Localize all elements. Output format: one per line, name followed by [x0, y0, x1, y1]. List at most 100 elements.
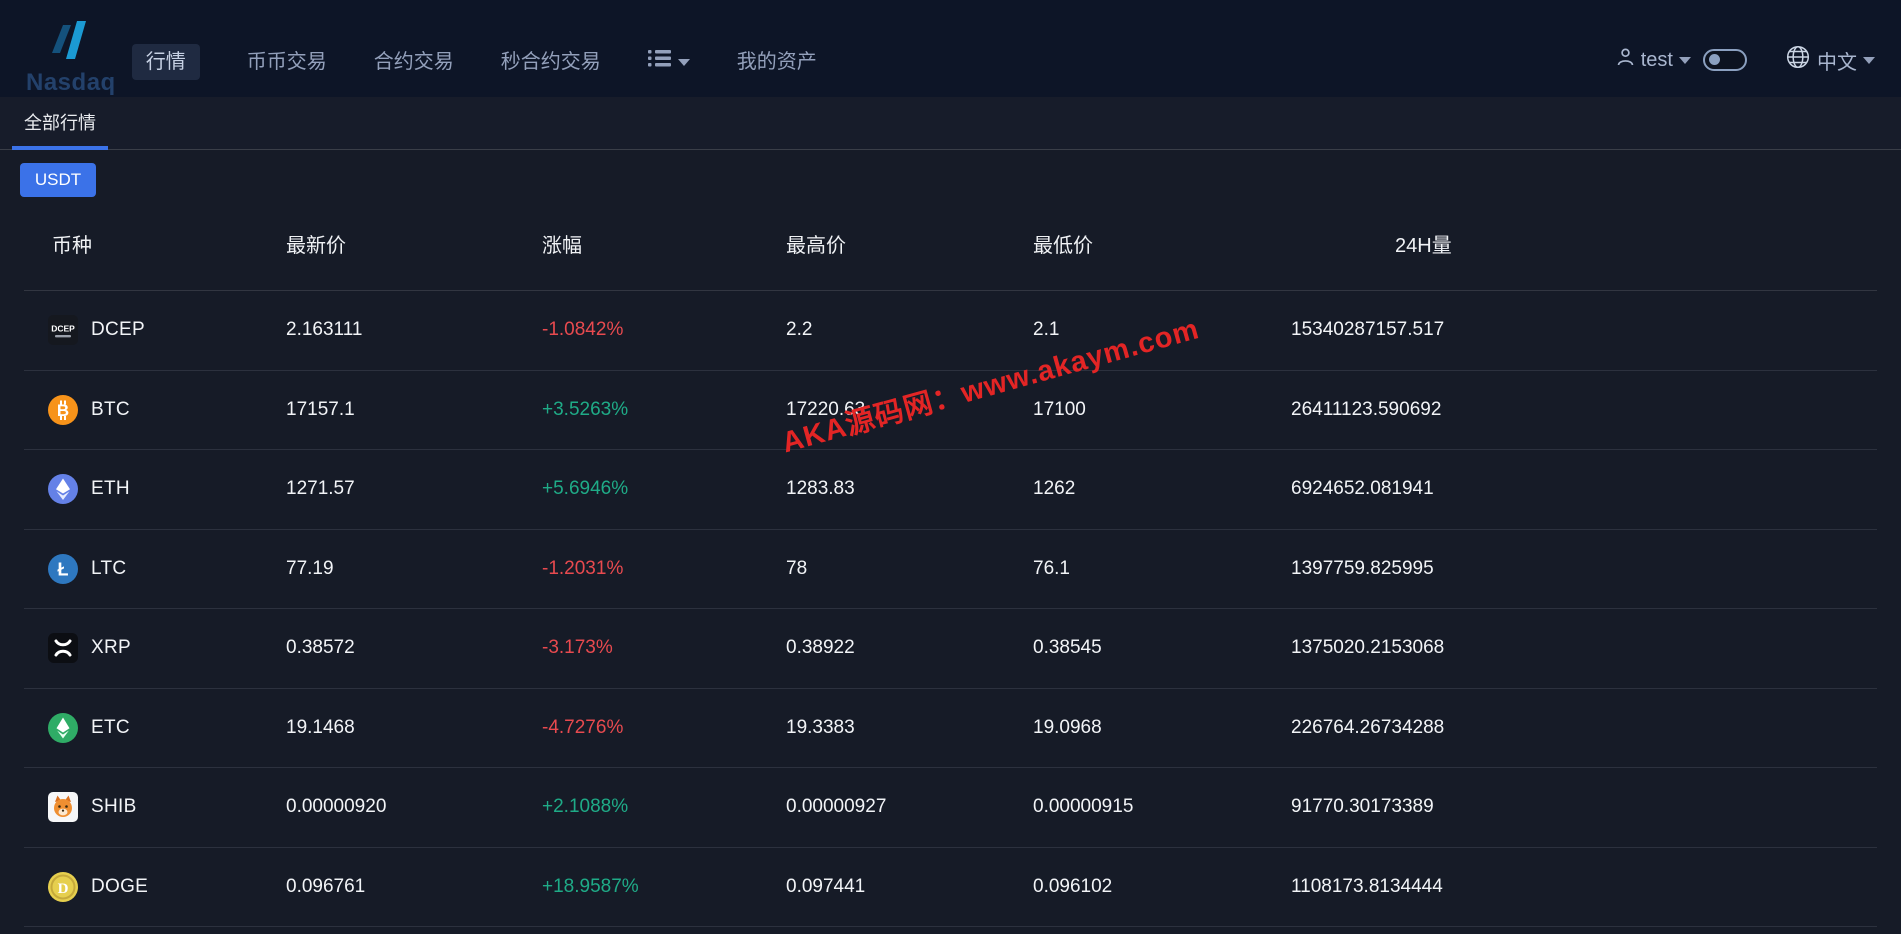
high-price: 17220.63: [786, 399, 1033, 421]
column-header-low: 最低价: [1033, 229, 1291, 258]
last-price: 0.096761: [286, 876, 542, 898]
xrp-icon: [48, 633, 78, 663]
low-price: 76.1: [1033, 558, 1291, 580]
ltc-icon: Ł: [48, 554, 78, 584]
dcep-icon: DCEP: [48, 315, 78, 345]
coin-name: DOGE: [91, 876, 148, 898]
nav-item-1[interactable]: 币币交易: [247, 47, 327, 77]
table-row[interactable]: ŁLTC77.19-1.2031%7876.11397759.825995: [24, 530, 1877, 610]
table-row[interactable]: SHIB 0.00000920+2.1088%0.000009270.000009…: [24, 768, 1877, 848]
volume-24h: 1397759.825995: [1291, 558, 1877, 580]
coin-name: XRP: [91, 637, 131, 659]
volume-24h: 6924652.081941: [1291, 478, 1877, 500]
theme-toggle[interactable]: [1703, 49, 1747, 71]
coin-name: SHIB: [91, 796, 137, 818]
chevron-down-icon: [1679, 57, 1691, 64]
table-header-row: 币种 最新价 涨幅 最高价 最低价 24H量: [24, 197, 1877, 291]
change-percent: -1.0842%: [542, 319, 786, 341]
nav-item-2[interactable]: 合约交易: [374, 47, 454, 77]
table-row[interactable]: XRP0.38572-3.173%0.389220.385451375020.2…: [24, 609, 1877, 689]
tab-bar: 全部行情: [0, 97, 1901, 150]
high-price: 0.38922: [786, 637, 1033, 659]
coin-name: DCEP: [91, 319, 145, 341]
volume-24h: 1375020.2153068: [1291, 637, 1877, 659]
low-price: 0.096102: [1033, 876, 1291, 898]
coin-name: ETH: [91, 478, 130, 500]
svg-text:DCEP: DCEP: [51, 324, 75, 334]
market-table-body: DCEPDCEP2.163111-1.0842%2.22.11534028715…: [24, 291, 1877, 927]
chevron-down-icon: [1863, 57, 1875, 64]
user-icon: [1616, 47, 1635, 73]
globe-icon: [1785, 44, 1811, 76]
tab-all-markets[interactable]: 全部行情: [12, 109, 108, 149]
brand-logo-text: Nasdaq: [26, 70, 116, 96]
coin-name: ETC: [91, 717, 130, 739]
doge-icon: D: [48, 872, 78, 902]
high-price: 2.2: [786, 319, 1033, 341]
nav-item-list-menu[interactable]: [648, 47, 690, 77]
coin-cell: ETC: [24, 713, 286, 743]
low-price: 0.38545: [1033, 637, 1291, 659]
main-nav: 行情 币币交易 合约交易 秒合约交易 我的资产: [132, 47, 817, 77]
volume-24h: 26411123.590692: [1291, 399, 1877, 421]
svg-text:D: D: [58, 881, 69, 897]
usdt-filter-button[interactable]: USDT: [20, 163, 96, 197]
user-menu[interactable]: test: [1616, 47, 1691, 73]
column-header-change: 涨幅: [542, 229, 786, 258]
table-row[interactable]: DCEPDCEP2.163111-1.0842%2.22.11534028715…: [24, 291, 1877, 371]
nav-item-0[interactable]: 行情: [132, 44, 200, 80]
market-table: 币种 最新价 涨幅 最高价 最低价 24H量 DCEPDCEP2.163111-…: [24, 197, 1877, 927]
shib-icon: [48, 792, 78, 822]
coin-cell: B BTC: [24, 395, 286, 425]
language-menu[interactable]: 中文: [1785, 44, 1875, 76]
coin-cell: XRP: [24, 633, 286, 663]
column-header-last: 最新价: [286, 229, 542, 258]
coin-cell: DCEP DCEP: [24, 315, 286, 345]
coin-cell: ETH: [24, 474, 286, 504]
change-percent: +5.6946%: [542, 478, 786, 500]
coin-cell: SHIB: [24, 792, 286, 822]
volume-24h: 91770.30173389: [1291, 796, 1877, 818]
high-price: 1283.83: [786, 478, 1033, 500]
language-label: 中文: [1817, 46, 1857, 75]
volume-24h: 1108173.8134444: [1291, 876, 1877, 898]
change-percent: -4.7276%: [542, 717, 786, 739]
svg-text:B: B: [57, 401, 69, 420]
brand-logo-icon: [46, 17, 96, 68]
last-price: 17157.1: [286, 399, 542, 421]
high-price: 19.3383: [786, 717, 1033, 739]
nav-item-5[interactable]: 我的资产: [737, 47, 817, 77]
coin-name: LTC: [91, 558, 126, 580]
svg-text:Ł: Ł: [58, 559, 69, 579]
coin-cell: Ł LTC: [24, 554, 286, 584]
table-row[interactable]: DDOGE0.096761+18.9587%0.0974410.09610211…: [24, 848, 1877, 928]
brand-logo[interactable]: Nasdaq: [26, 17, 116, 96]
eth-icon: [48, 474, 78, 504]
header-right: test 中文: [1616, 44, 1875, 76]
last-price: 0.38572: [286, 637, 542, 659]
table-row[interactable]: BBTC17157.1+3.5263%17220.631710026411123…: [24, 371, 1877, 451]
change-percent: +3.5263%: [542, 399, 786, 421]
volume-24h: 226764.26734288: [1291, 717, 1877, 739]
high-price: 0.00000927: [786, 796, 1033, 818]
low-price: 19.0968: [1033, 717, 1291, 739]
change-percent: -1.2031%: [542, 558, 786, 580]
column-header-coin: 币种: [24, 229, 286, 258]
coin-cell: D DOGE: [24, 872, 286, 902]
top-navbar: Nasdaq 行情 币币交易 合约交易 秒合约交易 我的资产 test: [0, 0, 1901, 97]
btc-icon: B: [48, 395, 78, 425]
last-price: 0.00000920: [286, 796, 542, 818]
column-header-high: 最高价: [786, 229, 1033, 258]
change-percent: +2.1088%: [542, 796, 786, 818]
table-row[interactable]: ETH1271.57+5.6946%1283.8312626924652.081…: [24, 450, 1877, 530]
nav-item-3[interactable]: 秒合约交易: [501, 47, 601, 77]
volume-24h: 15340287157.517: [1291, 319, 1877, 341]
coin-name: BTC: [91, 399, 130, 421]
list-menu-icon: [648, 47, 671, 77]
last-price: 2.163111: [286, 319, 542, 341]
app-root: Nasdaq 行情 币币交易 合约交易 秒合约交易 我的资产 test: [0, 0, 1901, 927]
high-price: 78: [786, 558, 1033, 580]
last-price: 1271.57: [286, 478, 542, 500]
table-row[interactable]: ETC19.1468-4.7276%19.338319.0968226764.2…: [24, 689, 1877, 769]
low-price: 0.00000915: [1033, 796, 1291, 818]
